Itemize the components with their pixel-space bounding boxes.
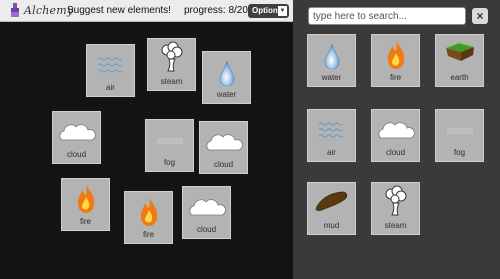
clear-search-button[interactable]: × [472, 8, 488, 24]
air-icon [318, 122, 343, 138]
progress-counter: progress: 8/200 [184, 5, 254, 16]
cloud-icon [205, 134, 243, 151]
element-label: cloud [385, 148, 406, 157]
steam-icon [385, 185, 406, 216]
cloud-icon [377, 122, 415, 139]
library-element-fog[interactable]: fog [435, 109, 484, 162]
fog-icon [446, 128, 473, 134]
element-label: air [327, 148, 336, 157]
element-label: steam [160, 77, 183, 86]
element-label: fire [79, 217, 92, 226]
cloud-icon [188, 199, 226, 216]
suggest-elements-link[interactable]: Suggest new elements! [67, 5, 171, 16]
library-element-earth[interactable]: earth [435, 34, 484, 87]
workspace-element[interactable]: cloud [52, 111, 101, 164]
element-label: air [106, 83, 115, 92]
element-label: fire [142, 230, 155, 239]
element-label: fire [389, 73, 402, 82]
earth-icon [445, 42, 474, 61]
workspace-element[interactable]: air [86, 44, 135, 97]
fire-icon [77, 184, 94, 213]
water-icon [219, 60, 234, 86]
element-label: water [321, 73, 342, 82]
steam-icon [161, 41, 182, 72]
water-icon [324, 43, 339, 69]
workspace-element[interactable]: fire [124, 191, 173, 244]
element-label: cloud [66, 150, 87, 159]
flask-icon [11, 3, 19, 17]
element-label: fog [453, 148, 466, 157]
element-label: cloud [213, 160, 234, 169]
fire-icon [140, 197, 157, 226]
workspace-element[interactable]: fog [145, 119, 194, 172]
workspace-element[interactable]: cloud [199, 121, 248, 174]
element-label: steam [384, 221, 407, 230]
library-element-cloud[interactable]: cloud [371, 109, 420, 162]
options-button[interactable]: Options ▼ [248, 4, 289, 18]
library-element-steam[interactable]: steam [371, 182, 420, 235]
library-element-water[interactable]: water [307, 34, 356, 87]
workspace-element[interactable]: water [202, 51, 251, 104]
app-logo-text: Alchemy [24, 4, 74, 17]
cloud-icon [58, 124, 96, 141]
element-label: water [216, 90, 237, 99]
element-label: mud [323, 221, 340, 230]
element-label: fog [163, 158, 176, 167]
fog-icon [156, 138, 183, 144]
workspace-element[interactable]: cloud [182, 186, 231, 239]
search-input[interactable] [308, 7, 466, 25]
library-element-fire[interactable]: fire [371, 34, 420, 87]
chevron-down-icon: ▼ [278, 6, 287, 16]
element-label: earth [450, 73, 469, 82]
air-icon [97, 57, 122, 73]
element-label: cloud [196, 225, 217, 234]
fire-icon [387, 40, 404, 69]
mud-icon [315, 191, 347, 211]
library-element-mud[interactable]: mud [307, 182, 356, 235]
workspace-element[interactable]: fire [61, 178, 110, 231]
library-element-air[interactable]: air [307, 109, 356, 162]
workspace-element[interactable]: steam [147, 38, 196, 91]
